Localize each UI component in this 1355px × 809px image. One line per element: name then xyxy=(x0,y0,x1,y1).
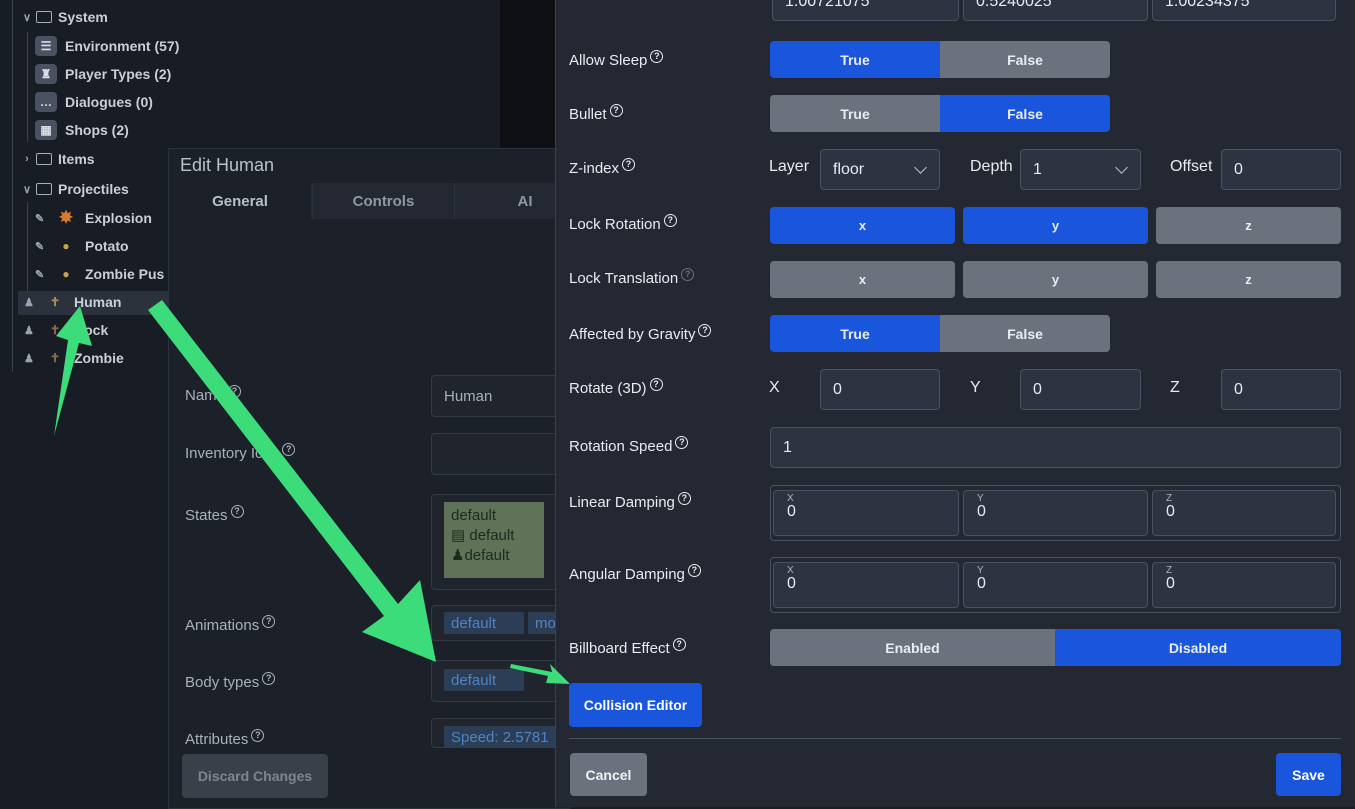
arrow-to-collision-editor xyxy=(510,664,570,684)
arrow-down-to-body-types xyxy=(148,300,436,662)
arrow-up-to-human xyxy=(54,306,92,436)
annotation-arrows xyxy=(54,300,570,684)
